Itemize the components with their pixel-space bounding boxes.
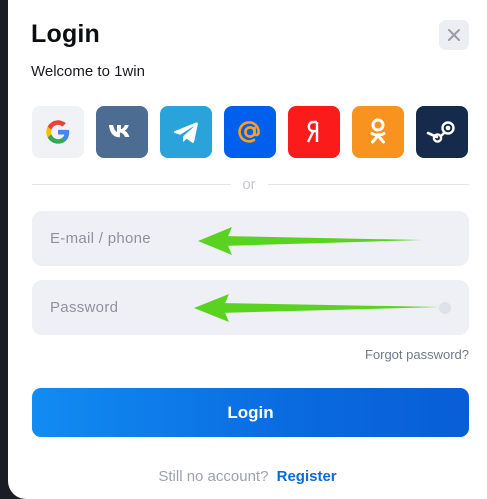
mail-at-icon <box>238 121 260 143</box>
login-submit-button[interactable]: Login <box>32 388 469 437</box>
steam-login-button[interactable] <box>416 106 468 158</box>
divider-left <box>32 184 231 185</box>
yandex-icon <box>306 120 319 143</box>
email-field[interactable] <box>32 211 469 266</box>
telegram-icon <box>173 122 198 143</box>
vk-icon <box>109 125 130 138</box>
forgot-password-link[interactable]: Forgot password? <box>365 347 469 362</box>
mail-login-button[interactable] <box>224 106 276 158</box>
close-button[interactable] <box>439 20 469 50</box>
yandex-login-button[interactable] <box>288 106 340 158</box>
toggle-password-visibility-icon[interactable] <box>439 302 451 314</box>
google-login-button[interactable] <box>32 106 84 158</box>
login-modal: Login Welcome to 1win or E-mail / phone … <box>8 0 487 499</box>
close-icon <box>448 29 460 41</box>
vk-login-button[interactable] <box>96 106 148 158</box>
register-link[interactable]: Register <box>277 468 337 485</box>
google-icon <box>46 120 70 144</box>
telegram-login-button[interactable] <box>160 106 212 158</box>
password-input[interactable] <box>50 280 430 335</box>
divider-right <box>268 184 469 185</box>
social-login-row <box>32 106 469 158</box>
divider-or-label: or <box>242 176 256 193</box>
email-input[interactable] <box>50 211 430 266</box>
ok-login-button[interactable] <box>352 106 404 158</box>
password-field[interactable] <box>32 280 469 335</box>
register-row: Still no account? Register <box>8 468 487 485</box>
modal-subtitle: Welcome to 1win <box>31 63 145 80</box>
modal-title: Login <box>31 20 101 48</box>
no-account-text: Still no account? <box>158 468 269 485</box>
steam-icon <box>426 121 455 143</box>
ok-icon <box>370 118 386 144</box>
